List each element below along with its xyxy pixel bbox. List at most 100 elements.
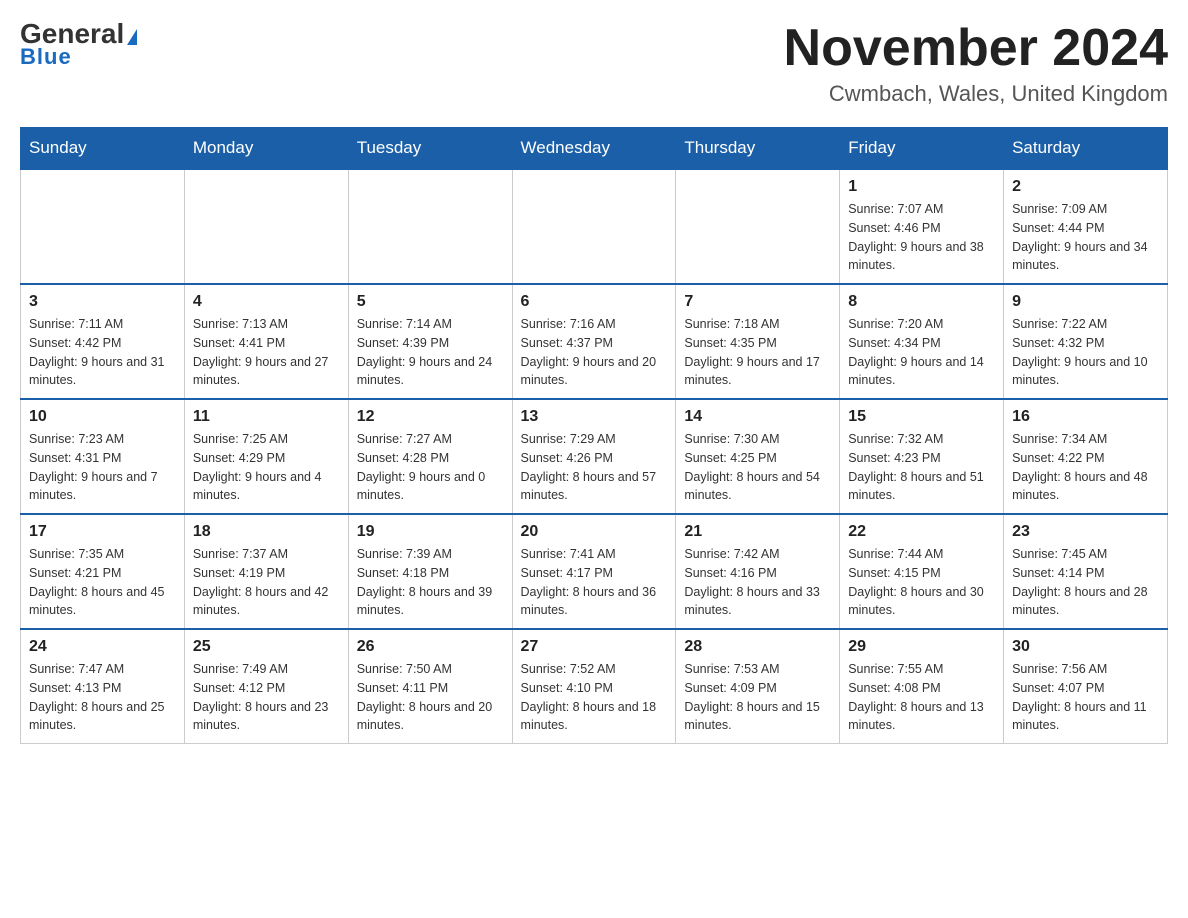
title-block: November 2024 Cwmbach, Wales, United Kin… [784,20,1168,107]
day-info: Sunrise: 7:44 AMSunset: 4:15 PMDaylight:… [848,545,995,620]
calendar-day-cell: 6 Sunrise: 7:16 AMSunset: 4:37 PMDaylight… [512,284,676,399]
day-number: 30 [1012,638,1159,656]
day-number: 20 [521,523,668,541]
day-info: Sunrise: 7:35 AMSunset: 4:21 PMDaylight:… [29,545,176,620]
calendar-week-row: 3 Sunrise: 7:11 AMSunset: 4:42 PMDaylight… [21,284,1168,399]
calendar-day-cell: 18 Sunrise: 7:37 AMSunset: 4:19 PMDayligh… [184,514,348,629]
calendar-day-cell: 16 Sunrise: 7:34 AMSunset: 4:22 PMDayligh… [1004,399,1168,514]
day-info: Sunrise: 7:09 AMSunset: 4:44 PMDaylight:… [1012,200,1159,275]
calendar-day-cell: 7 Sunrise: 7:18 AMSunset: 4:35 PMDaylight… [676,284,840,399]
day-info: Sunrise: 7:56 AMSunset: 4:07 PMDaylight:… [1012,660,1159,735]
day-number: 3 [29,293,176,311]
calendar-day-cell: 15 Sunrise: 7:32 AMSunset: 4:23 PMDayligh… [840,399,1004,514]
weekday-header: Wednesday [512,128,676,170]
day-number: 25 [193,638,340,656]
day-info: Sunrise: 7:37 AMSunset: 4:19 PMDaylight:… [193,545,340,620]
day-info: Sunrise: 7:45 AMSunset: 4:14 PMDaylight:… [1012,545,1159,620]
calendar-day-cell [21,169,185,284]
day-number: 6 [521,293,668,311]
day-info: Sunrise: 7:50 AMSunset: 4:11 PMDaylight:… [357,660,504,735]
calendar-day-cell: 28 Sunrise: 7:53 AMSunset: 4:09 PMDayligh… [676,629,840,744]
calendar-day-cell: 5Sunrise: 7:14 AMSunset: 4:39 PMDaylight… [348,284,512,399]
day-info: Sunrise: 7:07 AMSunset: 4:46 PMDaylight:… [848,200,995,275]
calendar-day-cell: 3 Sunrise: 7:11 AMSunset: 4:42 PMDaylight… [21,284,185,399]
logo: General Blue [20,20,137,70]
day-number: 19 [357,523,504,541]
calendar-day-cell: 8 Sunrise: 7:20 AMSunset: 4:34 PMDaylight… [840,284,1004,399]
day-number: 24 [29,638,176,656]
day-info: Sunrise: 7:25 AMSunset: 4:29 PMDaylight:… [193,430,340,505]
calendar-day-cell: 17 Sunrise: 7:35 AMSunset: 4:21 PMDayligh… [21,514,185,629]
day-number: 8 [848,293,995,311]
day-info: Sunrise: 7:52 AMSunset: 4:10 PMDaylight:… [521,660,668,735]
weekday-header: Saturday [1004,128,1168,170]
day-info: Sunrise: 7:29 AMSunset: 4:26 PMDaylight:… [521,430,668,505]
day-number: 2 [1012,178,1159,196]
calendar-week-row: 10 Sunrise: 7:23 AMSunset: 4:31 PMDayligh… [21,399,1168,514]
day-info: Sunrise: 7:22 AMSunset: 4:32 PMDaylight:… [1012,315,1159,390]
calendar-day-cell [348,169,512,284]
calendar-day-cell: 22 Sunrise: 7:44 AMSunset: 4:15 PMDayligh… [840,514,1004,629]
page-title: November 2024 [784,20,1168,77]
day-number: 18 [193,523,340,541]
day-number: 28 [684,638,831,656]
day-info: Sunrise: 7:41 AMSunset: 4:17 PMDaylight:… [521,545,668,620]
day-info: Sunrise: 7:34 AMSunset: 4:22 PMDaylight:… [1012,430,1159,505]
calendar-day-cell [676,169,840,284]
day-info: Sunrise: 7:39 AMSunset: 4:18 PMDaylight:… [357,545,504,620]
day-number: 1 [848,178,995,196]
calendar-day-cell: 21Sunrise: 7:42 AMSunset: 4:16 PMDayligh… [676,514,840,629]
calendar-day-cell: 1 Sunrise: 7:07 AMSunset: 4:46 PMDaylight… [840,169,1004,284]
day-info: Sunrise: 7:13 AMSunset: 4:41 PMDaylight:… [193,315,340,390]
day-number: 10 [29,408,176,426]
page-subtitle: Cwmbach, Wales, United Kingdom [784,81,1168,107]
calendar-day-cell: 26 Sunrise: 7:50 AMSunset: 4:11 PMDayligh… [348,629,512,744]
day-info: Sunrise: 7:49 AMSunset: 4:12 PMDaylight:… [193,660,340,735]
logo-underline: Blue [20,44,72,70]
day-number: 13 [521,408,668,426]
calendar-day-cell: 14 Sunrise: 7:30 AMSunset: 4:25 PMDayligh… [676,399,840,514]
calendar-week-row: 17 Sunrise: 7:35 AMSunset: 4:21 PMDayligh… [21,514,1168,629]
day-info: Sunrise: 7:23 AMSunset: 4:31 PMDaylight:… [29,430,176,505]
calendar-day-cell: 30 Sunrise: 7:56 AMSunset: 4:07 PMDayligh… [1004,629,1168,744]
day-number: 17 [29,523,176,541]
day-number: 9 [1012,293,1159,311]
calendar-day-cell: 9 Sunrise: 7:22 AMSunset: 4:32 PMDaylight… [1004,284,1168,399]
calendar-header-row: SundayMondayTuesdayWednesdayThursdayFrid… [21,128,1168,170]
day-number: 26 [357,638,504,656]
weekday-header: Friday [840,128,1004,170]
day-info: Sunrise: 7:14 AMSunset: 4:39 PMDaylight:… [357,315,504,390]
calendar-day-cell [512,169,676,284]
day-number: 21 [684,523,831,541]
weekday-header: Monday [184,128,348,170]
weekday-header: Sunday [21,128,185,170]
calendar-day-cell: 10 Sunrise: 7:23 AMSunset: 4:31 PMDayligh… [21,399,185,514]
day-number: 16 [1012,408,1159,426]
day-info: Sunrise: 7:11 AMSunset: 4:42 PMDaylight:… [29,315,176,390]
day-number: 12 [357,408,504,426]
calendar-day-cell: 25 Sunrise: 7:49 AMSunset: 4:12 PMDayligh… [184,629,348,744]
day-info: Sunrise: 7:32 AMSunset: 4:23 PMDaylight:… [848,430,995,505]
day-number: 11 [193,408,340,426]
calendar-day-cell [184,169,348,284]
day-number: 22 [848,523,995,541]
day-info: Sunrise: 7:53 AMSunset: 4:09 PMDaylight:… [684,660,831,735]
day-number: 23 [1012,523,1159,541]
day-number: 14 [684,408,831,426]
day-number: 7 [684,293,831,311]
day-info: Sunrise: 7:55 AMSunset: 4:08 PMDaylight:… [848,660,995,735]
day-info: Sunrise: 7:30 AMSunset: 4:25 PMDaylight:… [684,430,831,505]
page-header: General Blue November 2024 Cwmbach, Wale… [20,20,1168,107]
calendar-day-cell: 27 Sunrise: 7:52 AMSunset: 4:10 PMDayligh… [512,629,676,744]
calendar-day-cell: 4Sunrise: 7:13 AMSunset: 4:41 PMDaylight… [184,284,348,399]
day-number: 15 [848,408,995,426]
weekday-header: Tuesday [348,128,512,170]
calendar-day-cell: 24Sunrise: 7:47 AMSunset: 4:13 PMDayligh… [21,629,185,744]
day-info: Sunrise: 7:18 AMSunset: 4:35 PMDaylight:… [684,315,831,390]
calendar-day-cell: 12Sunrise: 7:27 AMSunset: 4:28 PMDayligh… [348,399,512,514]
day-number: 27 [521,638,668,656]
day-info: Sunrise: 7:16 AMSunset: 4:37 PMDaylight:… [521,315,668,390]
calendar-table: SundayMondayTuesdayWednesdayThursdayFrid… [20,127,1168,744]
day-info: Sunrise: 7:20 AMSunset: 4:34 PMDaylight:… [848,315,995,390]
calendar-week-row: 24Sunrise: 7:47 AMSunset: 4:13 PMDayligh… [21,629,1168,744]
